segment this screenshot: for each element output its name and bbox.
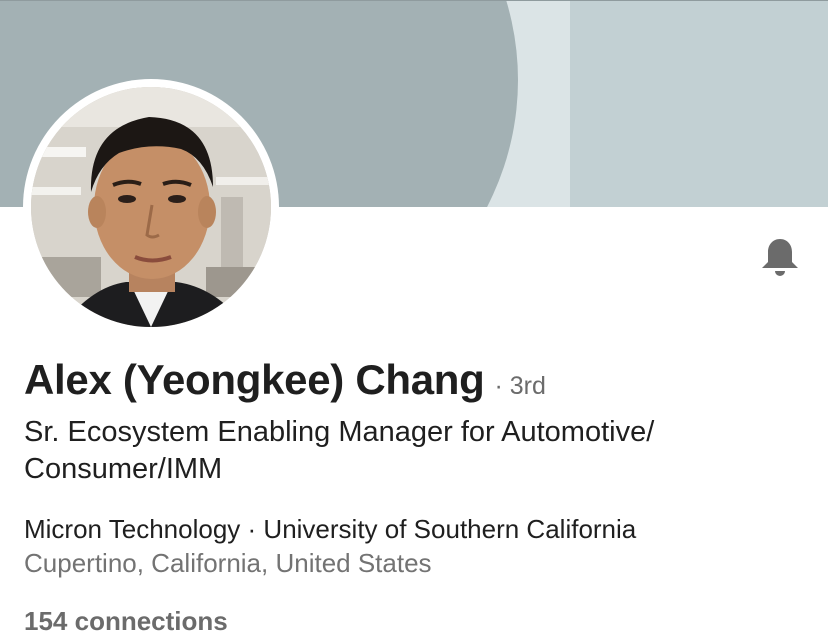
- connection-degree: · 3rd: [494, 372, 546, 400]
- bell-icon[interactable]: [756, 233, 804, 281]
- school-link[interactable]: University of Southern California: [263, 514, 636, 544]
- company-link[interactable]: Micron Technology: [24, 514, 240, 544]
- profile-headline: Sr. Ecosystem Enabling Manager for Autom…: [24, 416, 655, 485]
- separator-dot: ·: [240, 514, 264, 544]
- profile-location: Cupertino, California, United States: [24, 548, 432, 578]
- connections-link[interactable]: 154 connections: [24, 604, 228, 638]
- avatar[interactable]: [31, 87, 271, 327]
- name-row: Alex (Yeongkee) Chang · 3rd: [24, 356, 546, 412]
- company-education-line: Micron Technology · University of Southe…: [24, 512, 814, 546]
- banner-top-border: [0, 0, 828, 1]
- profile-name: Alex (Yeongkee) Chang: [24, 356, 485, 403]
